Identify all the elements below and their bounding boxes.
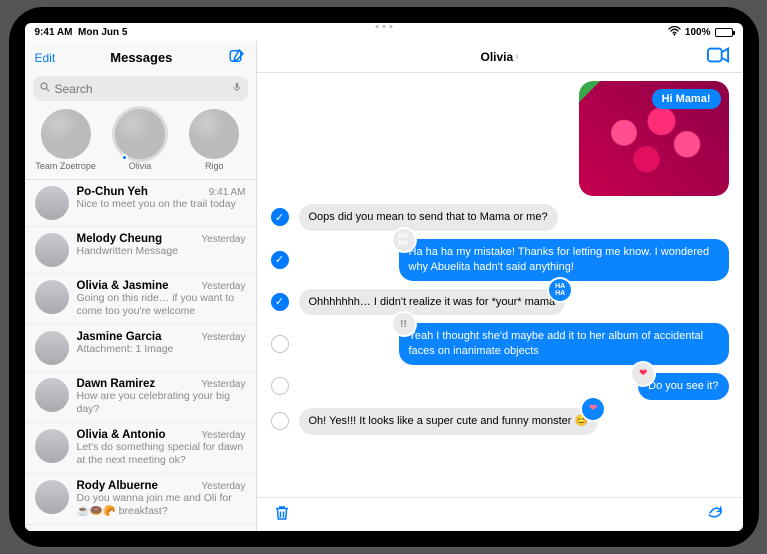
conversation-name: Olivia & Jasmine: [77, 280, 169, 292]
select-message-checkbox[interactable]: [271, 377, 289, 395]
tapback-reaction[interactable]: ❤︎: [582, 398, 604, 420]
conversation-name: Rody Albuerne: [77, 480, 158, 492]
avatar: [41, 109, 91, 159]
conversation-row[interactable]: Jasmine Garcia Yesterday Attachment: 1 Im…: [25, 325, 256, 372]
select-message-checkbox[interactable]: ✓: [271, 293, 289, 311]
pinned-contact[interactable]: Rigo: [183, 109, 245, 171]
wifi-icon: [668, 26, 681, 39]
conversation-panel: Olivia › Hi Mama! ✓ Oops did you mean to: [257, 41, 743, 531]
message-row: ❤︎ Do you see it?: [271, 373, 729, 400]
photo-caption-bubble: Hi Mama!: [652, 89, 721, 109]
pinned-contact[interactable]: Olivia: [109, 109, 171, 171]
conversation-title-label: Olivia: [480, 50, 513, 64]
dictate-icon[interactable]: [232, 80, 242, 97]
select-message-checkbox[interactable]: ✓: [271, 208, 289, 226]
message-row: ✓ HAHA Ohhhhhhh… I didn't realize it was…: [271, 289, 729, 316]
multitask-dots[interactable]: [375, 25, 392, 28]
message-text: Yeah I thought she'd maybe add it to her…: [409, 330, 704, 357]
sidebar-title: Messages: [110, 50, 172, 65]
pinned-label: Rigo: [183, 161, 245, 171]
pinned-contact[interactable]: Team Zoetrope: [35, 109, 97, 171]
avatar: [35, 429, 69, 463]
chevron-right-icon: ›: [515, 51, 518, 62]
conversation-snippet: Let's do something special for dawn at t…: [77, 441, 246, 467]
avatar: [115, 109, 165, 159]
conversation-row[interactable]: Po-Chun Yeh 9:41 AM Nice to meet you on t…: [25, 180, 256, 227]
message-bubble[interactable]: Oops did you mean to send that to Mama o…: [299, 204, 558, 231]
avatar: [35, 233, 69, 267]
message-text: Ha ha ha my mistake! Thanks for letting …: [409, 246, 710, 273]
search-field[interactable]: [33, 76, 248, 101]
status-time: 9:41 AM: [35, 27, 73, 38]
battery-icon: [715, 28, 733, 37]
conversation-snippet: Attachment: 1 Image: [77, 343, 246, 356]
message-bubble[interactable]: HAHA Ohhhhhhh… I didn't realize it was f…: [299, 289, 566, 316]
conversation-row[interactable]: Antonio ManriquezYesterday: [25, 525, 256, 531]
avatar: [35, 378, 69, 412]
avatar: [35, 280, 69, 314]
conversation-time: Yesterday: [201, 379, 245, 390]
pinned-label: Team Zoetrope: [35, 161, 97, 171]
conversation-row[interactable]: Dawn Ramirez Yesterday How are you celebr…: [25, 372, 256, 423]
conversation-time: Yesterday: [201, 332, 245, 343]
edit-button[interactable]: Edit: [35, 51, 56, 65]
message-row: ✓ Oops did you mean to send that to Mama…: [271, 204, 729, 231]
message-bubble[interactable]: !! Yeah I thought she'd maybe add it to …: [399, 323, 729, 365]
message-row: ✓ HAHA Ha ha ha my mistake! Thanks for l…: [271, 239, 729, 281]
avatar: [35, 331, 69, 365]
unread-dot: [121, 154, 128, 161]
message-bubble[interactable]: HAHA Ha ha ha my mistake! Thanks for let…: [399, 239, 729, 281]
tapback-reaction[interactable]: HAHA: [549, 279, 571, 301]
conversation-name: Po-Chun Yeh: [77, 186, 148, 198]
conversation-row[interactable]: Rody Albuerne Yesterday Do you wanna join…: [25, 474, 256, 525]
battery-percent: 100%: [685, 27, 711, 38]
message-bubble[interactable]: ❤︎ Do you see it?: [638, 373, 728, 400]
message-row: !! Yeah I thought she'd maybe add it to …: [271, 323, 729, 365]
message-bubble[interactable]: ❤︎ Oh! Yes!!! It looks like a super cute…: [299, 408, 599, 435]
conversation-snippet: Do you wanna join me and Oli for ☕️🍩🥐 br…: [77, 492, 246, 518]
conversation-snippet: Handwritten Message: [77, 245, 246, 258]
pinned-label: Olivia: [109, 161, 171, 171]
message-row: ❤︎ Oh! Yes!!! It looks like a super cute…: [271, 408, 729, 435]
avatar: [35, 480, 69, 514]
search-icon: [39, 81, 51, 96]
facetime-icon[interactable]: [707, 47, 729, 66]
conversation-snippet: Nice to meet you on the trail today: [77, 198, 246, 211]
search-input[interactable]: [55, 82, 228, 96]
conversation-title[interactable]: Olivia ›: [480, 50, 518, 64]
conversation-name: Dawn Ramirez: [77, 378, 156, 390]
conversation-time: Yesterday: [201, 430, 245, 441]
conversation-name: Jasmine Garcia: [77, 331, 162, 343]
tapback-reaction[interactable]: HAHA: [393, 229, 415, 251]
compose-icon[interactable]: [228, 47, 246, 68]
sent-photo-message[interactable]: Hi Mama!: [579, 81, 729, 196]
message-text: Oh! Yes!!! It looks like a super cute an…: [309, 415, 589, 427]
status-date: Mon Jun 5: [78, 27, 127, 38]
conversation-time: Yesterday: [201, 481, 245, 492]
select-message-checkbox[interactable]: [271, 412, 289, 430]
message-text: Do you see it?: [648, 380, 718, 392]
conversation-row[interactable]: Olivia & Antonio Yesterday Let's do somet…: [25, 423, 256, 474]
conversation-time: Yesterday: [201, 234, 245, 245]
conversation-time: 9:41 AM: [209, 187, 246, 198]
avatar: [35, 186, 69, 220]
conversation-snippet: Going on this ride… if you want to come …: [77, 292, 246, 318]
conversation-time: Yesterday: [201, 281, 245, 292]
conversation-name: Melody Cheung: [77, 233, 163, 245]
conversation-sidebar: Edit Messages Team Zoetrope Olivia Rigo: [25, 41, 257, 531]
select-message-checkbox[interactable]: [271, 335, 289, 353]
conversation-snippet: How are you celebrating your big day?: [77, 390, 246, 416]
conversation-row[interactable]: Olivia & Jasmine Yesterday Going on this …: [25, 274, 256, 325]
message-text: Ohhhhhhh… I didn't realize it was for *y…: [309, 296, 556, 308]
share-icon[interactable]: [705, 504, 727, 525]
conversation-row[interactable]: Melody Cheung Yesterday Handwritten Messa…: [25, 227, 256, 274]
conversation-name: Olivia & Antonio: [77, 429, 166, 441]
trash-icon[interactable]: [273, 503, 291, 526]
select-message-checkbox[interactable]: ✓: [271, 251, 289, 269]
message-text: Oops did you mean to send that to Mama o…: [309, 211, 548, 223]
tapback-reaction[interactable]: !!: [393, 313, 415, 335]
avatar: [189, 109, 239, 159]
